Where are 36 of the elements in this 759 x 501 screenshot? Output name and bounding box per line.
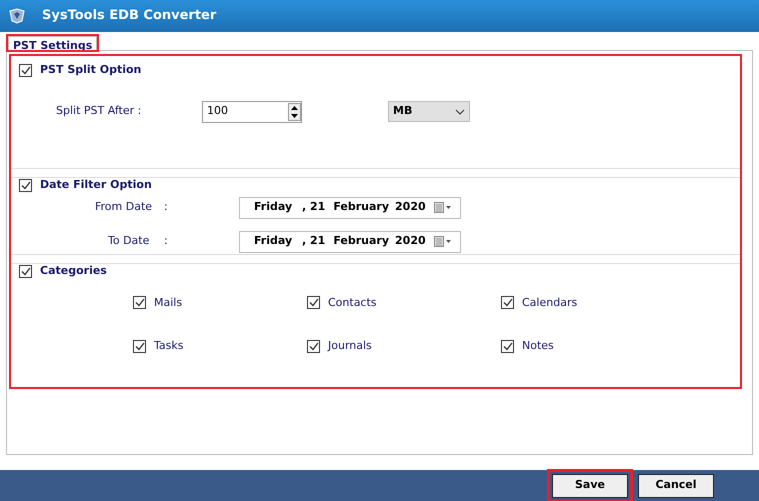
- checkbox-label: Notes: [522, 338, 554, 354]
- window-title: SysTools EDB Converter: [42, 7, 216, 26]
- cancel-button[interactable]: Cancel: [638, 474, 714, 498]
- date-picker[interactable]: Friday , 21 February 2020: [239, 196, 461, 218]
- group-label: Date Filter Option: [40, 177, 152, 193]
- checkbox[interactable]: [19, 264, 32, 278]
- tab[interactable]: PST Settings: [8, 36, 98, 50]
- checkbox[interactable]: [501, 340, 514, 353]
- checkbox-label: Mails: [154, 294, 182, 310]
- checkbox[interactable]: [133, 296, 146, 310]
- field-label: From Date: [95, 199, 154, 216]
- checkbox[interactable]: [501, 296, 514, 310]
- unit-dropdown[interactable]: MB: [388, 101, 470, 122]
- colon: :: [164, 199, 169, 216]
- app-logo-icon: [8, 8, 26, 24]
- checkbox[interactable]: [307, 296, 320, 310]
- colon: :: [164, 233, 169, 250]
- calendar-icon[interactable]: [434, 202, 452, 213]
- field-label: To Date: [108, 233, 150, 250]
- calendar-icon[interactable]: [434, 236, 452, 247]
- date-picker[interactable]: Friday , 21 February 2020: [239, 230, 461, 252]
- checkbox[interactable]: [19, 64, 32, 77]
- checkbox-label: Tasks: [154, 338, 184, 354]
- checkbox-label: Journals: [328, 338, 372, 354]
- checkbox[interactable]: [19, 178, 32, 192]
- group-label: Categories: [40, 263, 107, 279]
- spinner-icon[interactable]: [288, 102, 301, 120]
- checkbox-label: Contacts: [328, 294, 377, 310]
- field-label: Split PST After :: [56, 103, 142, 120]
- checkbox[interactable]: [307, 340, 320, 353]
- checkbox[interactable]: [133, 340, 146, 353]
- group-label: PST Split Option: [40, 62, 142, 78]
- chevron-icon: [455, 108, 465, 114]
- checkbox-label: Calendars: [522, 294, 578, 310]
- save-button[interactable]: Save: [552, 474, 628, 498]
- number-field[interactable]: 100: [202, 100, 302, 122]
